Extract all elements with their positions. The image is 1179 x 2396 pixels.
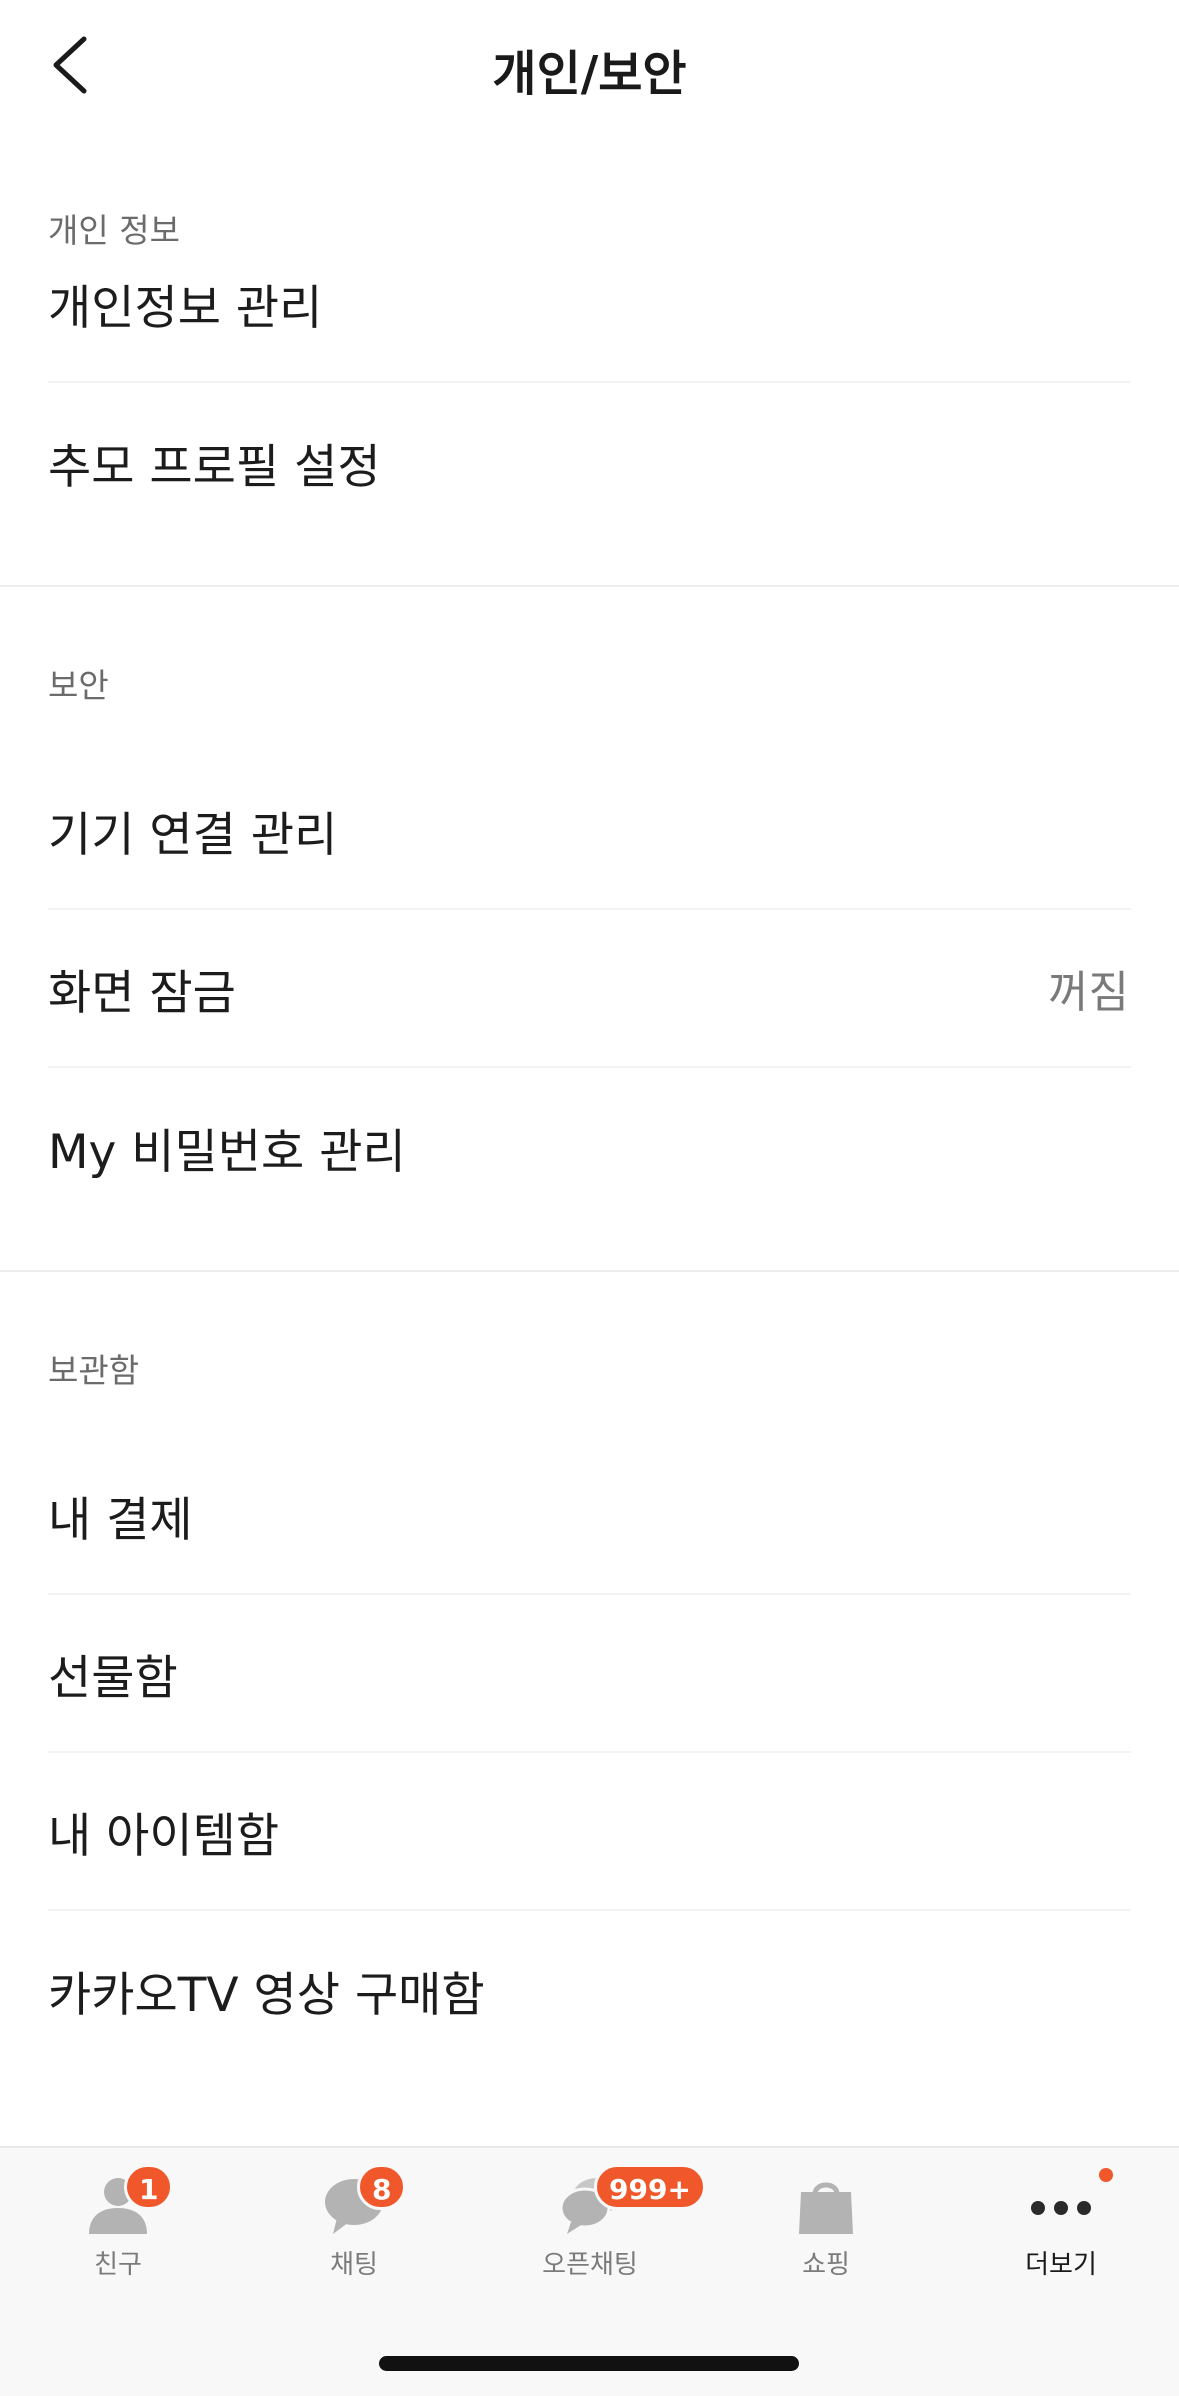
friends-badge: 1	[124, 2164, 174, 2210]
tab-label: 오픈채팅	[542, 2250, 638, 2280]
tab-label: 채팅	[330, 2250, 378, 2280]
tab-label: 쇼핑	[802, 2250, 850, 2280]
chats-badge: 8	[357, 2164, 407, 2210]
device-connection-item[interactable]: 기기 연결 관리	[48, 752, 1131, 910]
settings-list[interactable]: 개인 정보 개인정보 관리 추모 프로필 설정 보안 기기 연결 관리 화면 잠…	[0, 130, 1179, 2069]
section-header-security: 보안	[48, 666, 109, 705]
item-label: 기기 연결 관리	[48, 807, 338, 863]
item-label: 내 아이템함	[48, 1808, 280, 1864]
my-password-item[interactable]: My 비밀번호 관리	[48, 1068, 1131, 1226]
tab-shopping[interactable]: 쇼핑	[708, 2148, 944, 2298]
gift-box-item[interactable]: 선물함	[48, 1595, 1131, 1753]
tab-open-chat[interactable]: 999+ 오픈채팅	[472, 2148, 708, 2298]
tab-more[interactable]: 더보기	[943, 2148, 1179, 2298]
my-payment-item[interactable]: 내 결제	[48, 1437, 1131, 1595]
item-label: 개인정보 관리	[48, 280, 323, 336]
item-label: 카카오TV 영상 구매함	[48, 1967, 485, 2023]
new-indicator-dot	[1099, 2168, 1113, 2182]
memorial-profile-item[interactable]: 추모 프로필 설정	[48, 383, 1131, 541]
personal-info-manage-item[interactable]: 개인정보 관리	[48, 225, 1131, 383]
shopping-bag-icon	[799, 2182, 853, 2234]
tab-chats[interactable]: 8 채팅	[236, 2148, 472, 2298]
tab-friends[interactable]: 1 친구	[0, 2148, 236, 2298]
screen-lock-item[interactable]: 화면 잠금 꺼짐	[48, 910, 1131, 1068]
item-label: My 비밀번호 관리	[48, 1124, 406, 1180]
home-indicator	[379, 2356, 799, 2371]
section-header-personal: 개인 정보	[48, 211, 180, 250]
kakaotv-purchases-item[interactable]: 카카오TV 영상 구매함	[48, 1911, 1131, 2069]
top-nav-bar: 개인/보안	[0, 0, 1179, 130]
my-items-item[interactable]: 내 아이템함	[48, 1753, 1131, 1911]
item-label: 추모 프로필 설정	[48, 439, 381, 495]
more-dots-icon	[1031, 2201, 1091, 2215]
tab-label: 더보기	[1025, 2250, 1097, 2280]
open-chat-badge: 999+	[594, 2164, 706, 2210]
section-header-storage: 보관함	[48, 1351, 140, 1390]
item-label: 내 결제	[48, 1492, 193, 1548]
app-screen: 개인/보안 개인 정보 개인정보 관리 추모 프로필 설정 보안 기기 연결 관…	[0, 0, 1179, 2396]
tab-label: 친구	[94, 2250, 142, 2280]
screen-lock-status: 꺼짐	[1048, 967, 1129, 1018]
item-label: 선물함	[48, 1650, 178, 1706]
page-title: 개인/보안	[492, 46, 687, 102]
item-label: 화면 잠금	[48, 965, 236, 1021]
